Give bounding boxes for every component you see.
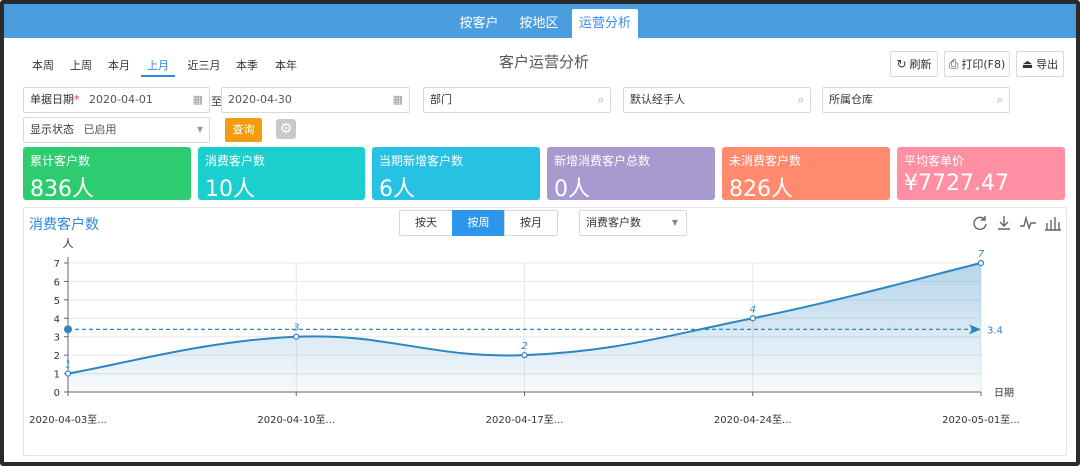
data-point [977, 259, 985, 267]
data-point [521, 352, 528, 359]
average-start-marker [64, 325, 72, 334]
data-label: 1 [65, 360, 71, 371]
data-point [293, 333, 300, 340]
data-label: 2 [521, 341, 527, 352]
data-label: 3 [293, 323, 299, 334]
x-tick-label: 2020-04-24至... [714, 414, 792, 426]
x-tick-label: 2020-04-10至... [257, 414, 335, 426]
line-chart: 012345672020-04-03至... 2020-04-10至... 2020… [29, 237, 1020, 426]
y-tick-label: 1 [54, 370, 60, 381]
y-tick-label: 3 [54, 333, 60, 344]
x-axis-label: 日期 [994, 387, 1014, 399]
y-tick-label: 2 [54, 351, 60, 362]
y-tick-label: 5 [54, 296, 60, 307]
y-tick-label: 6 [54, 277, 60, 288]
average-label: 3.4 [987, 325, 1003, 336]
x-tick-label: 2020-04-03至... [29, 414, 107, 426]
y-tick-label: 0 [54, 388, 60, 399]
x-tick-label: 2020-05-01至... [942, 414, 1020, 426]
y-tick-label: 7 [54, 259, 60, 270]
data-point [749, 315, 756, 322]
y-tick-label: 4 [54, 314, 60, 325]
data-label: 7 [978, 249, 985, 260]
data-label: 4 [750, 304, 756, 315]
y-axis-label: 人 [63, 237, 74, 250]
data-point [64, 370, 72, 377]
app-window: 按客户 按地区 运营分析 本周 上周 本月 上月 近三月 本季 本年 客户运营分… [0, 0, 1080, 466]
x-tick-label: 2020-04-17至... [486, 414, 564, 426]
